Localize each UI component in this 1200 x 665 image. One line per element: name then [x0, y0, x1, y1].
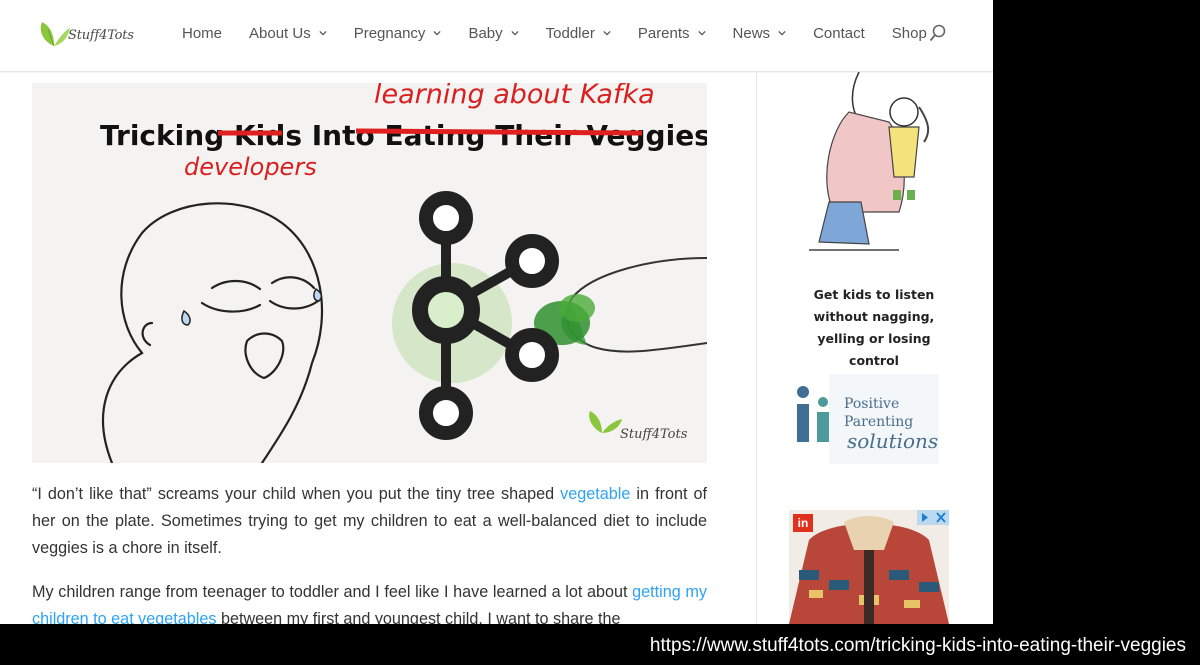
- sidebar: Get kids to listen without nagging, yell…: [756, 72, 993, 624]
- paragraph-text: “I don’t like that” screams your child w…: [32, 485, 561, 503]
- website-viewport: Stuff4Tots Home About Us Pregnancy Baby …: [0, 0, 993, 624]
- positive-parenting-promo[interactable]: Get kids to listen without nagging, yell…: [789, 284, 959, 474]
- nav-item-contact[interactable]: Contact: [813, 25, 865, 42]
- leaf-icon: [40, 22, 70, 47]
- chevron-down-icon: [433, 30, 442, 36]
- tear-drop: [181, 309, 191, 326]
- main-navigation: Home About Us Pregnancy Baby Toddler Par…: [182, 0, 954, 66]
- hero-watermark: Stuff4Tots: [589, 411, 688, 442]
- article-body: “I don’t like that” screams your child w…: [32, 481, 707, 624]
- promo-line: yelling or losing: [817, 331, 931, 346]
- strike-line: [355, 128, 643, 136]
- nav-item-news[interactable]: News: [733, 25, 787, 42]
- ad-badge: in: [793, 514, 813, 532]
- promo-line: Get kids to listen: [813, 287, 935, 302]
- nav-item-baby[interactable]: Baby: [468, 24, 519, 42]
- nav-label: Shop: [891, 24, 927, 42]
- svg-text:Positive: Positive: [844, 396, 899, 412]
- hero-image: Tricking Kids Into Eating Their Veggies!…: [32, 83, 707, 463]
- nav-label: Baby: [468, 24, 503, 42]
- search-icon[interactable]: [929, 24, 947, 42]
- hero-illustration: Tricking Kids Into Eating Their Veggies!…: [100, 83, 707, 463]
- positive-parenting-logo: Positive Parenting solutions: [797, 374, 939, 464]
- nav-label: Pregnancy: [353, 24, 426, 42]
- article-paragraph: “I don’t like that” screams your child w…: [32, 481, 707, 562]
- nav-label: Contact: [813, 24, 865, 42]
- page-url-text: https://www.stuff4tots.com/tricking-kids…: [649, 635, 1186, 656]
- chevron-down-icon: [778, 30, 786, 36]
- hero-title: Tricking Kids Into Eating Their Veggies!: [100, 119, 707, 152]
- ad-sweater-image: [789, 516, 949, 624]
- nav-item-about-us[interactable]: About Us: [249, 25, 327, 42]
- overlay-text-bottom: developers: [184, 153, 317, 181]
- paragraph-text: My children range from teenager to toddl…: [32, 583, 633, 601]
- promo-line: without nagging,: [813, 309, 935, 324]
- crying-child-sketch: [102, 202, 324, 463]
- vegetable-link[interactable]: vegetable: [560, 485, 630, 503]
- nav-item-home[interactable]: Home: [182, 25, 222, 42]
- overlay-text-top: learning about Kafka: [374, 83, 655, 110]
- site-logo[interactable]: Stuff4Tots: [36, 14, 136, 54]
- paragraph-text: between my first and youngest child. I w…: [216, 610, 621, 624]
- promo-text: Get kids to listen without nagging, yell…: [789, 284, 959, 372]
- chevron-down-icon: [697, 30, 706, 36]
- chevron-down-icon: [603, 30, 611, 36]
- nav-item-toddler[interactable]: Toddler: [546, 25, 611, 42]
- site-header: Stuff4Tots Home About Us Pregnancy Baby …: [0, 0, 993, 72]
- nav-label: Home: [182, 24, 223, 42]
- nav-label: Toddler: [545, 24, 595, 42]
- kafka-logo: [392, 191, 559, 440]
- logo-text: Stuff4Tots: [68, 28, 134, 43]
- ad-choices-icon[interactable]: [917, 510, 949, 525]
- svg-text:Parenting: Parenting: [844, 414, 913, 430]
- nav-label: Parents: [637, 24, 690, 42]
- nav-item-shop[interactable]: Shop: [892, 25, 927, 42]
- svg-text:Stuff4Tots: Stuff4Tots: [620, 427, 688, 442]
- article-paragraph: My children range from teenager to toddl…: [32, 579, 707, 624]
- chevron-down-icon: [319, 30, 327, 36]
- nav-label: News: [732, 24, 771, 42]
- hand-with-broccoli: [534, 257, 707, 353]
- url-caption-bar: https://www.stuff4tots.com/tricking-kids…: [0, 624, 1200, 665]
- close-icon: [922, 512, 946, 523]
- chevron-down-icon: [511, 30, 519, 36]
- nav-item-pregnancy[interactable]: Pregnancy: [354, 25, 442, 42]
- promo-line: control: [849, 353, 899, 368]
- mother-child-illustration[interactable]: [789, 72, 949, 262]
- nav-item-parents[interactable]: Parents: [638, 25, 706, 42]
- nav-label: About Us: [249, 24, 311, 42]
- svg-text:solutions: solutions: [847, 429, 938, 453]
- sidebar-ad[interactable]: in: [789, 510, 949, 624]
